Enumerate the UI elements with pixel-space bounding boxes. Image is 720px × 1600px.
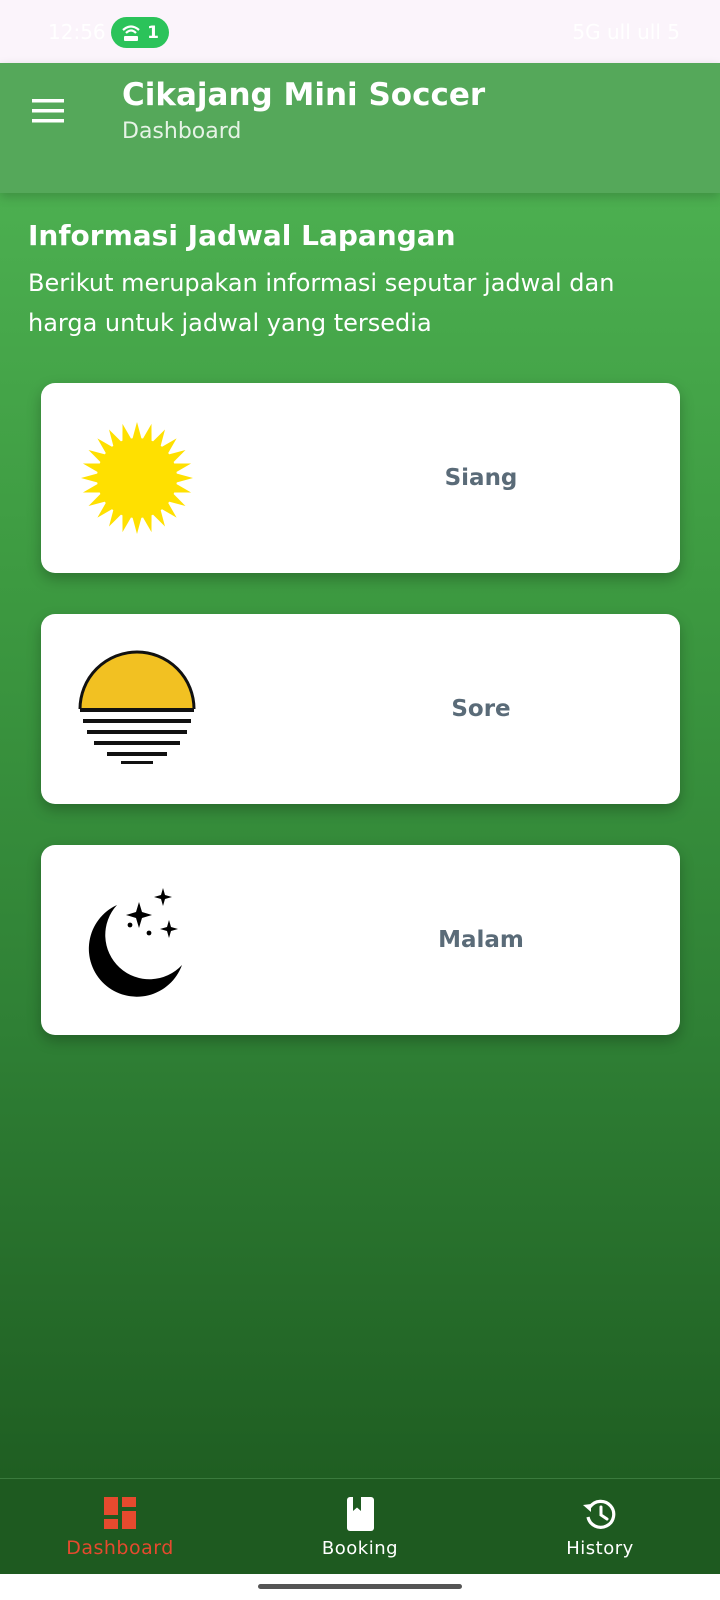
status-indicators: 5G ull ull 5: [572, 20, 680, 44]
section-description: Berikut merupakan informasi seputar jadw…: [28, 269, 615, 337]
sun-icon: [81, 422, 193, 534]
book-icon: [347, 1496, 374, 1531]
gesture-area: [0, 1574, 720, 1600]
nav-item-booking[interactable]: Booking: [240, 1479, 480, 1575]
schedule-card-sore[interactable]: Sore: [41, 614, 680, 804]
card-label-siang: Siang: [444, 465, 518, 491]
card-label-malam: Malam: [438, 927, 524, 953]
sun-ray: [81, 473, 100, 483]
history-icon: [583, 1499, 616, 1529]
status-bar: 12:56 1 5G ull ull 5: [0, 0, 720, 63]
gesture-handle[interactable]: [258, 1584, 462, 1589]
dashboard-content: Informasi Jadwal Lapangan Berikut merupa…: [0, 193, 720, 1478]
menu-icon[interactable]: [32, 99, 64, 123]
status-time: 12:56: [48, 20, 106, 44]
moon-stars-icon: [88, 888, 182, 997]
card-label-sore: Sore: [451, 696, 511, 722]
nav-label-dashboard: Dashboard: [66, 1537, 174, 1559]
app-title: Cikajang Mini Soccer: [122, 77, 486, 113]
dashboard-icon: [104, 1497, 136, 1529]
sun-ray: [132, 422, 142, 441]
nav-label-history: History: [566, 1537, 634, 1559]
hotspot-count: 1: [147, 22, 159, 43]
bottom-navigation: Dashboard Booking History: [0, 1478, 720, 1574]
hotspot-indicator[interactable]: 1: [111, 17, 169, 48]
sunset-icon: [78, 650, 196, 764]
nav-label-booking: Booking: [321, 1537, 399, 1559]
schedule-card-siang[interactable]: Siang: [41, 383, 680, 573]
nav-item-dashboard[interactable]: Dashboard: [0, 1479, 240, 1575]
sun-ray: [174, 473, 193, 483]
nav-item-history[interactable]: History: [480, 1479, 720, 1575]
section-title: Informasi Jadwal Lapangan: [28, 219, 456, 252]
hotspot-icon: [122, 24, 140, 41]
sun-ray: [132, 515, 142, 534]
schedule-card-malam[interactable]: Malam: [41, 845, 680, 1035]
app-subtitle: Dashboard: [122, 119, 242, 144]
app-bar: Cikajang Mini Soccer Dashboard: [0, 63, 720, 193]
